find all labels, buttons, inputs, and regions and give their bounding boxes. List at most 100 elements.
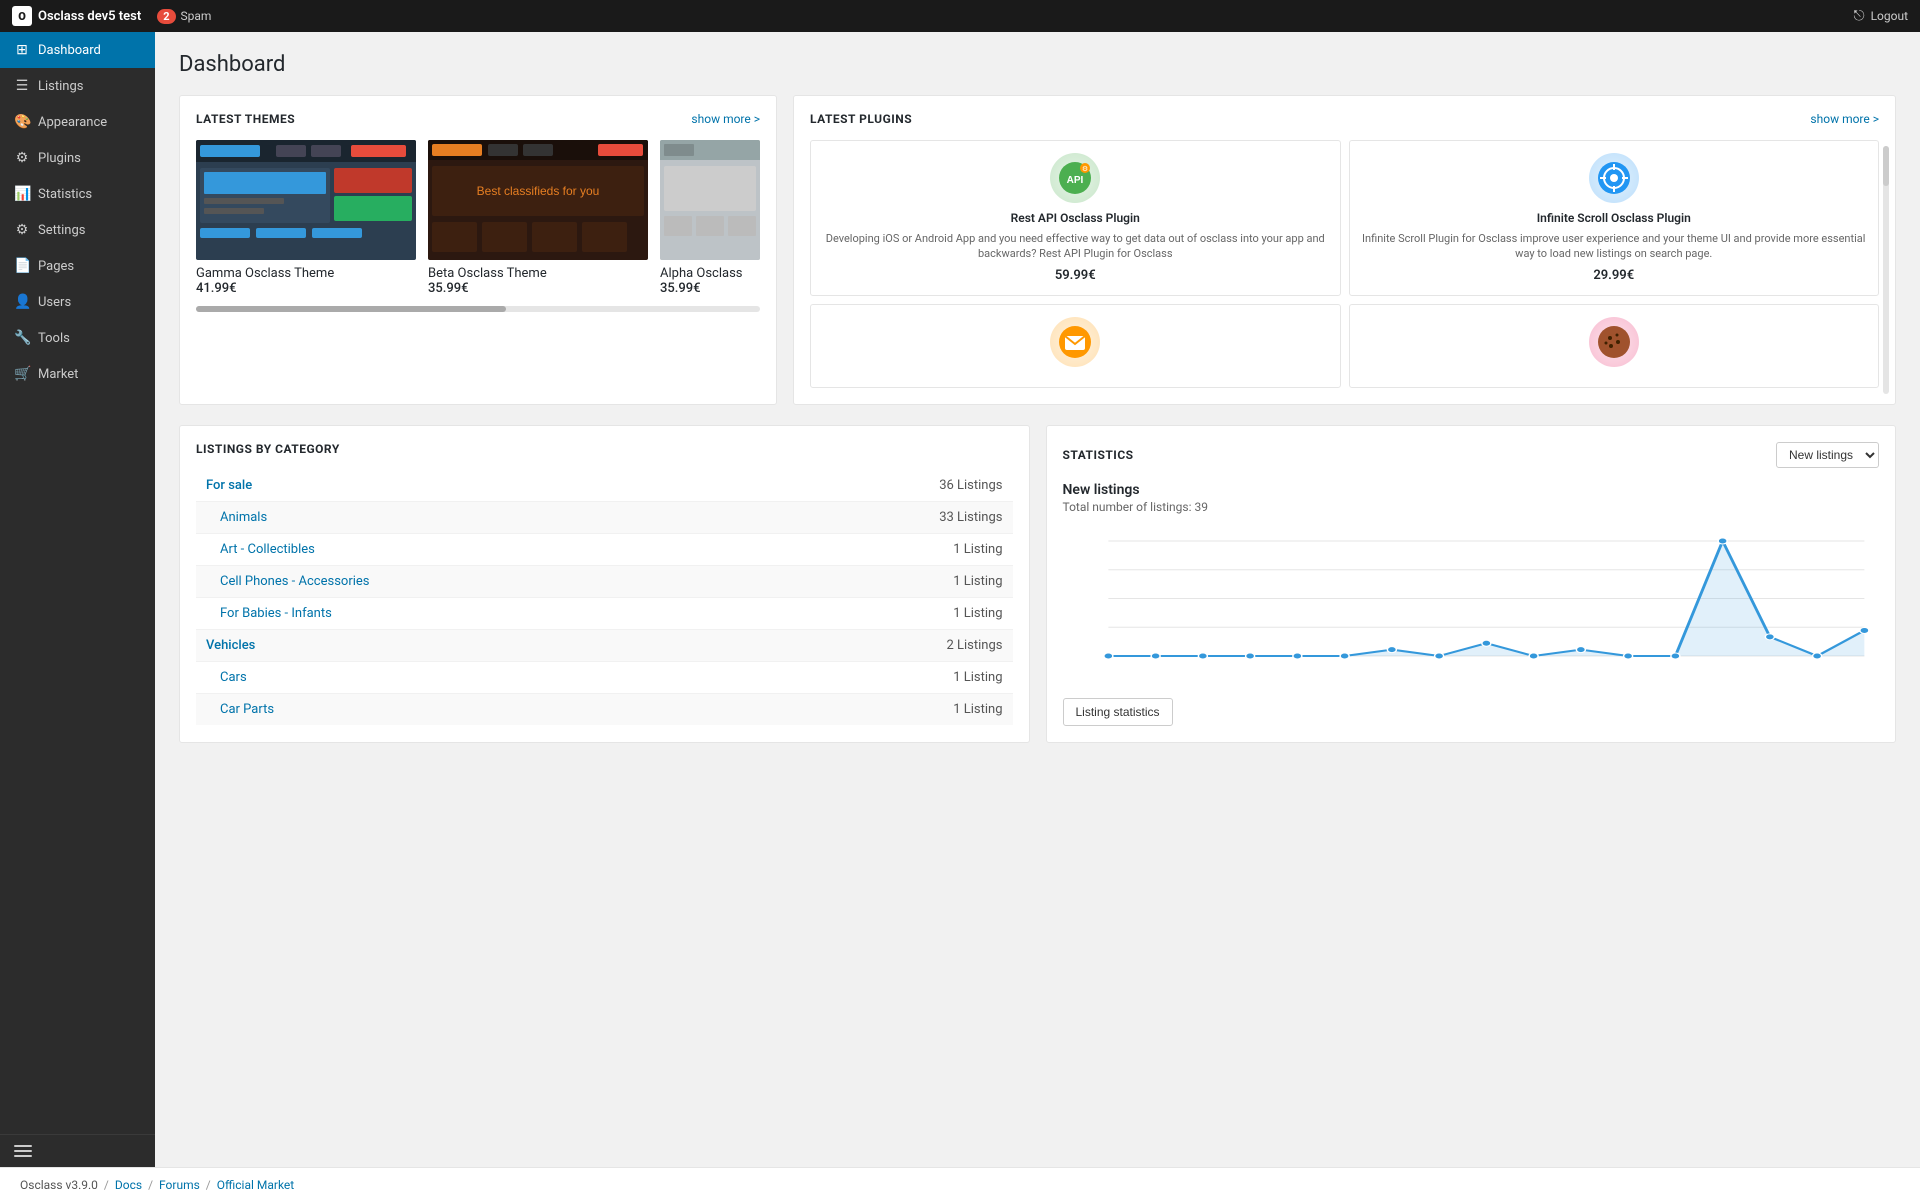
- listing-category-link[interactable]: Cell Phones - Accessories: [220, 574, 370, 589]
- logo-icon: O: [12, 6, 32, 26]
- theme-price-2: 35.99€: [428, 281, 648, 296]
- users-icon: 👤: [14, 294, 30, 310]
- sidebar-item-settings[interactable]: ⚙ Settings: [0, 212, 155, 248]
- plugins-show-more[interactable]: show more >: [1810, 112, 1879, 126]
- listing-subcat-cell: Car Parts: [196, 693, 758, 725]
- plugin-item-cookie: [1349, 304, 1880, 388]
- cookie-icon-svg: [1596, 324, 1632, 360]
- plugin-name-api: Rest API Osclass Plugin: [823, 211, 1328, 225]
- theme-name-3: Alpha Osclass: [660, 266, 760, 281]
- listing-category-link[interactable]: Animals: [220, 510, 267, 525]
- table-row: Art - Collectibles1 Listing: [196, 533, 1013, 565]
- themes-scrollbar-thumb: [196, 306, 506, 312]
- chart-title: New listings: [1063, 482, 1880, 498]
- footer-version: Osclass v3.9.0: [20, 1178, 98, 1192]
- theme-name-2: Beta Osclass Theme: [428, 266, 648, 281]
- sidebar-item-label: Users: [38, 295, 71, 310]
- sidebar-item-label: Plugins: [38, 151, 81, 166]
- plugins-card: LATEST PLUGINS show more > API ⚙: [793, 95, 1896, 405]
- listing-category-link[interactable]: Car Parts: [220, 702, 274, 717]
- sidebar-item-label: Statistics: [38, 187, 92, 202]
- chart-subtitle: Total number of listings: 39: [1063, 500, 1880, 514]
- listing-category-link[interactable]: Vehicles: [206, 638, 255, 653]
- site-name: Osclass dev5 test: [38, 9, 141, 24]
- listing-count-cell: 1 Listing: [758, 693, 1013, 725]
- hamburger-line: [14, 1150, 32, 1152]
- statistics-card-header: STATISTICS New listings: [1063, 442, 1880, 468]
- statistics-dropdown[interactable]: New listings: [1776, 442, 1879, 468]
- plugins-title: LATEST PLUGINS: [810, 112, 912, 126]
- dashboard-icon: ⊞: [14, 42, 30, 58]
- listing-parent-cell: For sale: [196, 470, 758, 502]
- plugins-card-header: LATEST PLUGINS show more >: [810, 112, 1879, 126]
- listings-table: For sale36 ListingsAnimals33 ListingsArt…: [196, 470, 1013, 725]
- themes-scrollbar[interactable]: [196, 306, 760, 316]
- listing-parent-cell: Vehicles: [196, 629, 758, 661]
- plugins-icon: ⚙: [14, 150, 30, 166]
- sidebar-item-pages[interactable]: 📄 Pages: [0, 248, 155, 284]
- theme-preview-1: [196, 140, 416, 260]
- sidebar-item-appearance[interactable]: 🎨 Appearance: [0, 104, 155, 140]
- logout-label[interactable]: Logout: [1871, 9, 1908, 23]
- listing-statistics-button[interactable]: Listing statistics: [1063, 698, 1173, 726]
- listing-category-link[interactable]: Cars: [220, 670, 247, 685]
- table-row: For Babies - Infants1 Listing: [196, 597, 1013, 629]
- topbar: O Osclass dev5 test 2 Spam ⎋ Logout: [0, 0, 1920, 32]
- page-title: Dashboard: [179, 52, 1896, 77]
- theme-svg-2: Best classifieds for you: [428, 140, 648, 260]
- statistics-card: STATISTICS New listings New listings Tot…: [1046, 425, 1897, 743]
- spam-badge: 2: [157, 9, 175, 24]
- spam-label: Spam: [181, 9, 212, 23]
- topbar-right: ⎋ Logout: [1853, 8, 1908, 24]
- sidebar-item-dashboard[interactable]: ⊞ Dashboard: [0, 32, 155, 68]
- sidebar-item-users[interactable]: 👤 Users: [0, 284, 155, 320]
- theme-price-1: 41.99€: [196, 281, 416, 296]
- sidebar-item-market[interactable]: 🛒 Market: [0, 356, 155, 392]
- tools-icon: 🔧: [14, 330, 30, 346]
- listing-count-cell: 36 Listings: [758, 470, 1013, 502]
- settings-icon: ⚙: [14, 222, 30, 238]
- plugins-scrollbar-thumb: [1883, 146, 1889, 186]
- themes-title: LATEST THEMES: [196, 112, 295, 126]
- hamburger-line: [14, 1155, 32, 1157]
- theme-svg-1: [196, 140, 416, 260]
- plugin-icon-api: API ⚙: [1050, 153, 1100, 203]
- listing-subcat-cell: Cell Phones - Accessories: [196, 565, 758, 597]
- api-icon-svg: API ⚙: [1057, 160, 1093, 196]
- table-row: Cars1 Listing: [196, 661, 1013, 693]
- sidebar-bottom: [0, 1134, 155, 1167]
- listings-card: LISTINGS BY CATEGORY For sale36 Listings…: [179, 425, 1030, 743]
- mail-icon-svg: [1057, 324, 1093, 360]
- themes-card: LATEST THEMES show more >: [179, 95, 777, 405]
- logout-icon: ⎋: [1853, 8, 1864, 24]
- topbar-spam[interactable]: 2 Spam: [157, 9, 211, 24]
- footer-link-docs[interactable]: Docs: [115, 1178, 142, 1192]
- plugin-icon-mail: [1050, 317, 1100, 367]
- plugin-icon-scroll: [1589, 153, 1639, 203]
- plugin-item-mail: [810, 304, 1341, 388]
- themes-show-more[interactable]: show more >: [691, 112, 760, 126]
- sidebar-item-statistics[interactable]: 📊 Statistics: [0, 176, 155, 212]
- sidebar-item-listings[interactable]: ☰ Listings: [0, 68, 155, 104]
- statistics-icon: 📊: [14, 186, 30, 202]
- listing-subcat-cell: Cars: [196, 661, 758, 693]
- sidebar-item-label: Settings: [38, 223, 85, 238]
- listing-category-link[interactable]: For Babies - Infants: [220, 606, 332, 621]
- stats-chart-svg: [1063, 526, 1880, 686]
- hamburger-toggle[interactable]: [14, 1145, 141, 1157]
- listing-category-link[interactable]: For sale: [206, 478, 252, 493]
- listing-category-link[interactable]: Art - Collectibles: [220, 542, 315, 557]
- theme-item: Best classifieds for you Beta Osclass Th…: [428, 140, 648, 296]
- footer-link-market[interactable]: Official Market: [217, 1178, 294, 1192]
- plugin-icon-cookie: [1589, 317, 1639, 367]
- sidebar-item-plugins[interactable]: ⚙ Plugins: [0, 140, 155, 176]
- theme-svg-3: [660, 140, 760, 260]
- chart-area: [1063, 526, 1880, 686]
- sidebar-item-tools[interactable]: 🔧 Tools: [0, 320, 155, 356]
- footer-link-forums[interactable]: Forums: [159, 1178, 200, 1192]
- plugin-item-scroll: Infinite Scroll Osclass Plugin Infinite …: [1349, 140, 1880, 296]
- pages-icon: 📄: [14, 258, 30, 274]
- statistics-title: STATISTICS: [1063, 448, 1134, 462]
- theme-item: Gamma Osclass Theme 41.99€: [196, 140, 416, 296]
- plugin-desc-api: Developing iOS or Android App and you ne…: [823, 231, 1328, 262]
